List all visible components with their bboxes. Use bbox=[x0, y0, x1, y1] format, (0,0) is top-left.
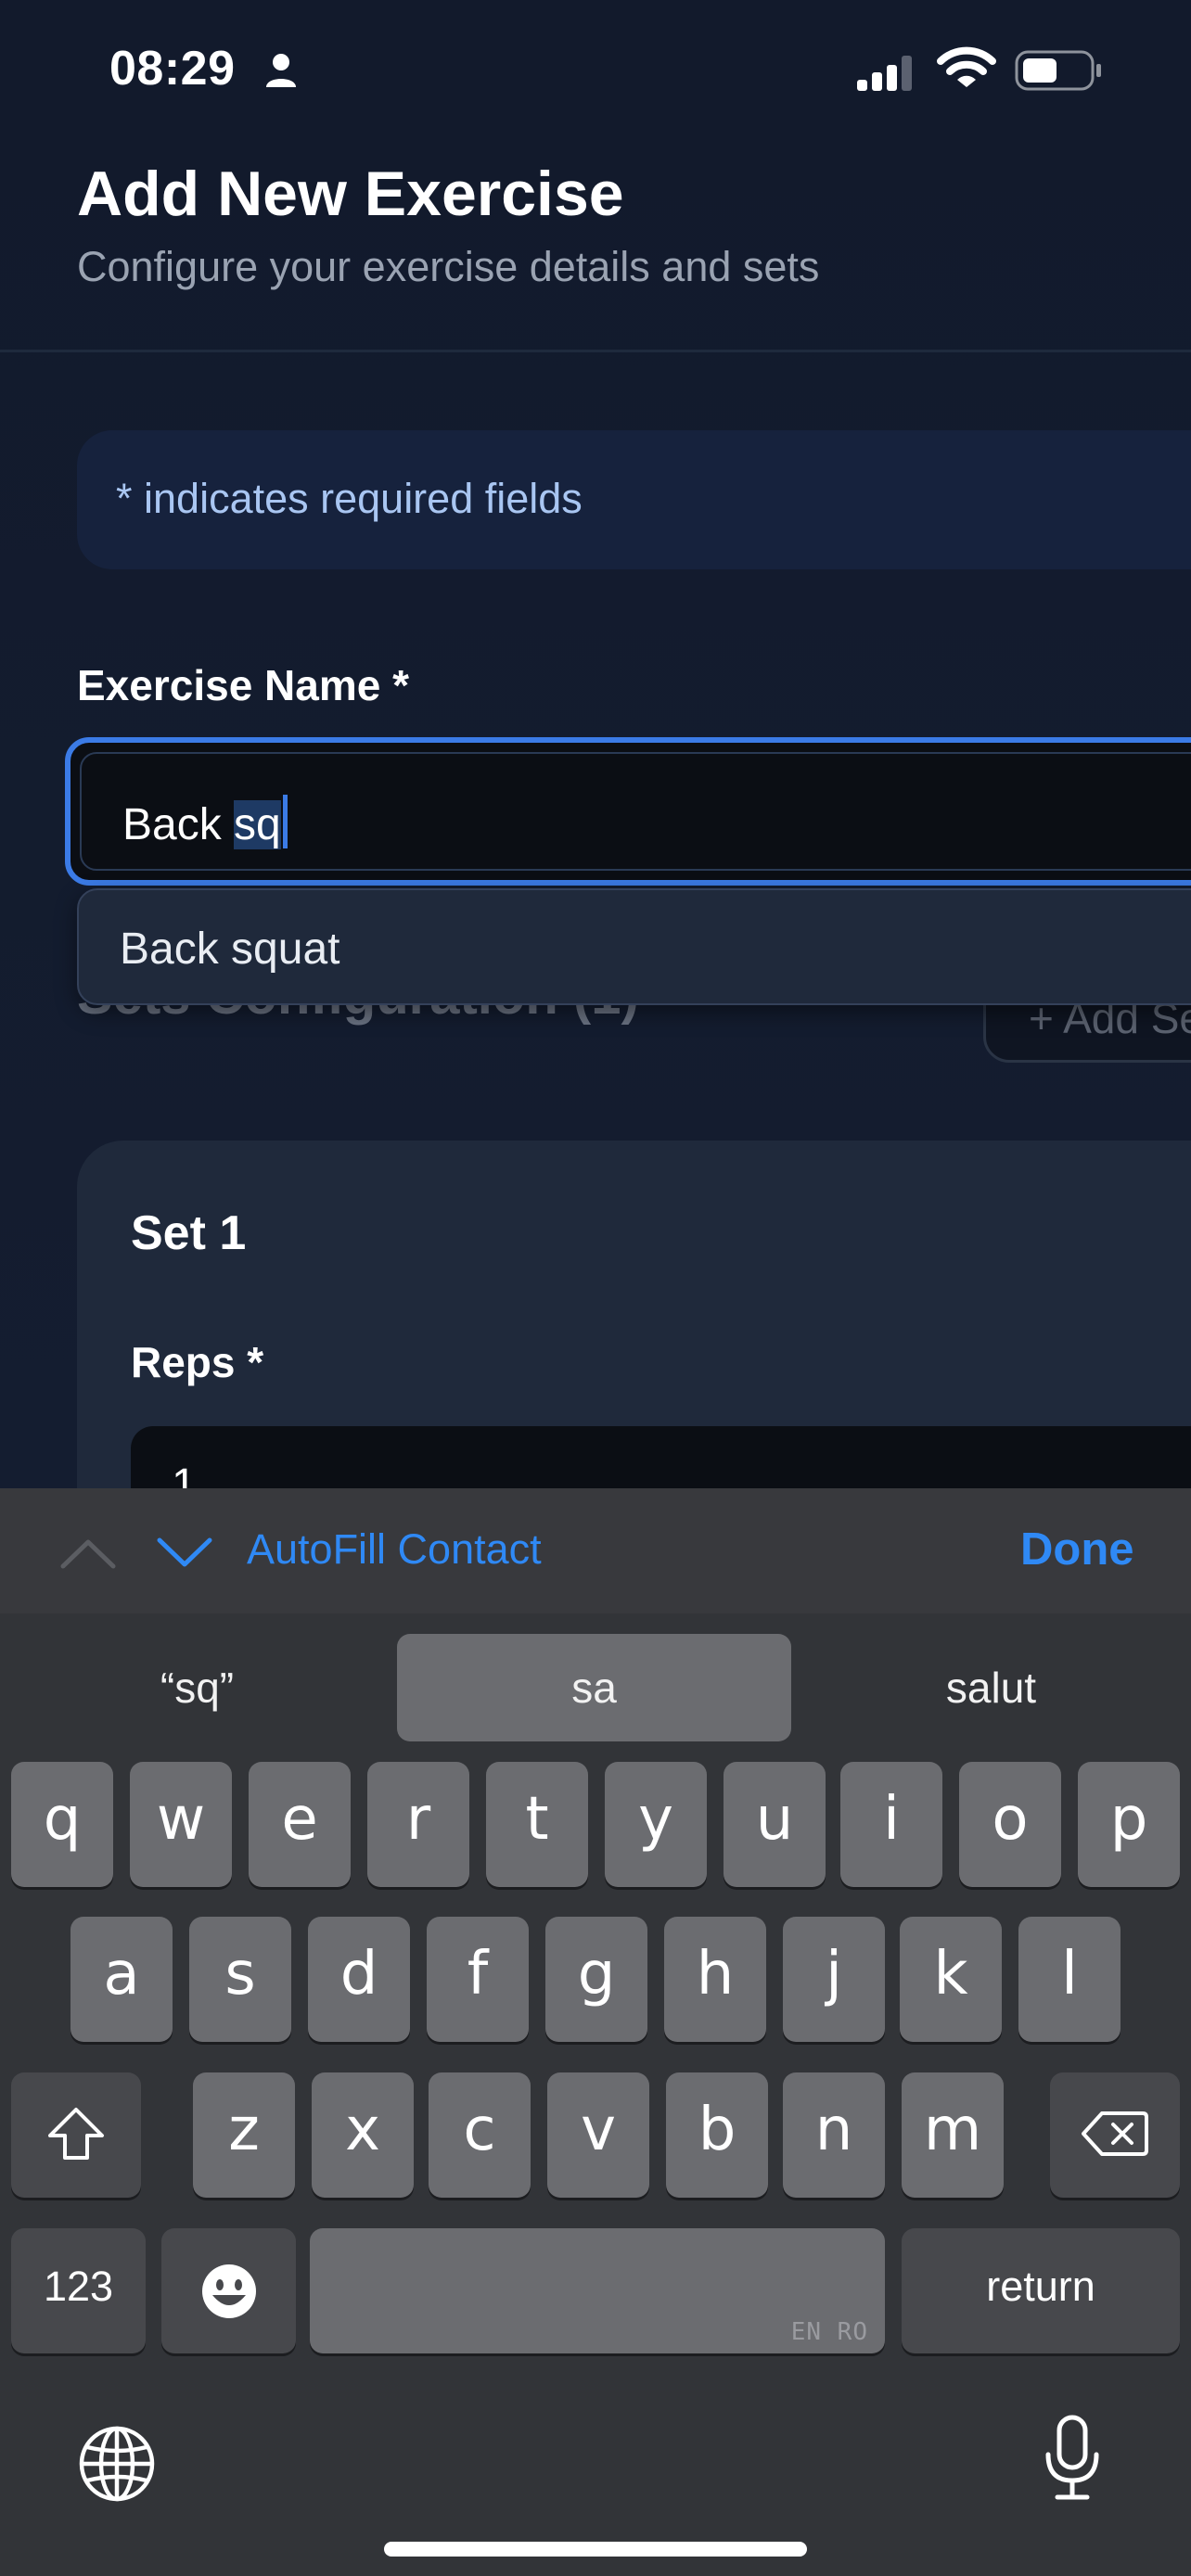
backspace-key[interactable] bbox=[1050, 2072, 1180, 2198]
chevron-up-icon[interactable] bbox=[59, 1537, 117, 1570]
return-key[interactable]: return bbox=[902, 2228, 1180, 2353]
exercise-name-label: Exercise Name * bbox=[77, 661, 410, 709]
key-s[interactable]: s bbox=[189, 1917, 291, 2042]
set-title: Set 1 bbox=[131, 1206, 247, 1260]
exercise-name-input-inner[interactable]: Back sq bbox=[80, 752, 1191, 871]
shift-key[interactable] bbox=[11, 2072, 141, 2198]
key-i[interactable]: i bbox=[840, 1762, 942, 1887]
emoji-icon bbox=[201, 2264, 256, 2318]
backspace-icon bbox=[1082, 2111, 1148, 2156]
app-screen: 08:29 Add New Exercise Configure your ex… bbox=[0, 0, 1191, 1488]
key-b[interactable]: b bbox=[666, 2072, 768, 2198]
page-title: Add New Exercise bbox=[77, 159, 624, 229]
wifi-icon bbox=[937, 46, 996, 87]
autocomplete-suggestion[interactable]: Back squat bbox=[120, 924, 339, 975]
key-m[interactable]: m bbox=[902, 2072, 1004, 2198]
selected-text: sq bbox=[234, 800, 281, 849]
shift-icon bbox=[48, 2108, 104, 2160]
autofill-contact-button[interactable]: AutoFill Contact bbox=[247, 1525, 542, 1574]
key-q[interactable]: q bbox=[11, 1762, 113, 1887]
key-g[interactable]: g bbox=[545, 1917, 647, 2042]
reps-value: 1 bbox=[172, 1460, 197, 1488]
autocomplete-dropdown: Back squat bbox=[77, 888, 1191, 1005]
keyboard-accessory-bar: AutoFill Contact Done bbox=[0, 1488, 1191, 1613]
reps-input[interactable]: 1 bbox=[131, 1426, 1191, 1488]
key-w[interactable]: w bbox=[130, 1762, 232, 1887]
chevron-down-icon[interactable] bbox=[156, 1537, 213, 1570]
key-z[interactable]: z bbox=[193, 2072, 295, 2198]
key-r[interactable]: r bbox=[367, 1762, 469, 1887]
key-f[interactable]: f bbox=[427, 1917, 529, 2042]
space-language-label: EN RO bbox=[790, 2318, 868, 2346]
key-p[interactable]: p bbox=[1078, 1762, 1180, 1887]
prediction-1[interactable]: “sq” bbox=[0, 1634, 394, 1741]
text-caret bbox=[282, 795, 288, 848]
key-a[interactable]: a bbox=[70, 1917, 173, 2042]
space-key[interactable]: EN RO bbox=[310, 2228, 885, 2353]
required-fields-note: * indicates required fields bbox=[77, 430, 1191, 569]
key-y[interactable]: y bbox=[605, 1762, 707, 1887]
numbers-key[interactable]: 123 bbox=[11, 2228, 146, 2353]
key-h[interactable]: h bbox=[664, 1917, 766, 2042]
set-card: Set 1 Reps * 1 bbox=[77, 1141, 1191, 1488]
key-e[interactable]: e bbox=[249, 1762, 351, 1887]
ios-keyboard: AutoFill Contact Done “sq” sa salut q w … bbox=[0, 1488, 1191, 2576]
required-note-text: * indicates required fields bbox=[116, 475, 583, 522]
key-n[interactable]: n bbox=[783, 2072, 885, 2198]
microphone-icon[interactable] bbox=[1043, 2414, 1102, 2503]
key-j[interactable]: j bbox=[783, 1917, 885, 2042]
key-u[interactable]: u bbox=[724, 1762, 826, 1887]
globe-icon[interactable] bbox=[78, 2425, 156, 2503]
predictive-text-bar: “sq” sa salut bbox=[0, 1613, 1191, 1741]
key-d[interactable]: d bbox=[308, 1917, 410, 2042]
emoji-key[interactable] bbox=[161, 2228, 296, 2353]
exercise-name-value: Back sq bbox=[122, 795, 288, 850]
done-button[interactable]: Done bbox=[1020, 1524, 1134, 1575]
key-c[interactable]: c bbox=[429, 2072, 531, 2198]
home-indicator bbox=[384, 2542, 807, 2557]
page-subtitle: Configure your exercise details and sets bbox=[77, 243, 820, 290]
key-l[interactable]: l bbox=[1018, 1917, 1121, 2042]
prediction-2[interactable]: sa bbox=[397, 1634, 791, 1741]
battery-icon bbox=[1015, 50, 1101, 91]
person-icon bbox=[266, 54, 296, 87]
prediction-3[interactable]: salut bbox=[794, 1634, 1188, 1741]
exercise-name-input[interactable]: Back sq bbox=[65, 737, 1191, 886]
page-header: Add New Exercise Configure your exercise… bbox=[0, 139, 1191, 352]
key-o[interactable]: o bbox=[959, 1762, 1061, 1887]
status-time: 08:29 bbox=[109, 42, 236, 96]
status-bar: 08:29 bbox=[0, 0, 1191, 139]
reps-label: Reps * bbox=[131, 1338, 264, 1386]
key-k[interactable]: k bbox=[900, 1917, 1002, 2042]
key-v[interactable]: v bbox=[547, 2072, 649, 2198]
key-x[interactable]: x bbox=[312, 2072, 414, 2198]
key-t[interactable]: t bbox=[486, 1762, 588, 1887]
cellular-signal-icon bbox=[857, 56, 912, 91]
